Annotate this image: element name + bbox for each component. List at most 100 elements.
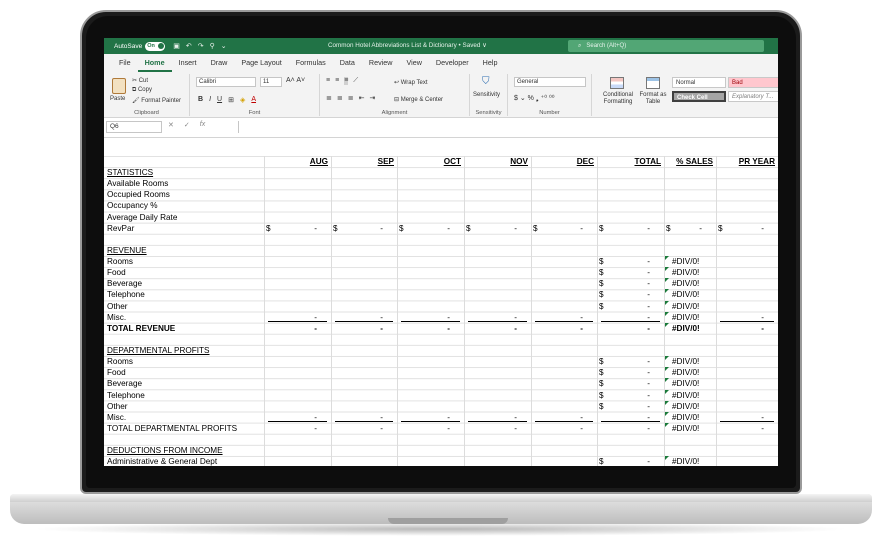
row-label[interactable]: Other — [107, 301, 263, 312]
borders-icon[interactable]: ⊞ — [228, 96, 234, 104]
zero-value[interactable]: - — [464, 312, 531, 323]
percent-sales-value[interactable]: #DIV/0! — [664, 256, 716, 267]
column-header[interactable]: AUG — [264, 156, 331, 167]
style-explanatory[interactable]: Explanatory T... — [728, 91, 778, 102]
column-header[interactable]: TOTAL — [597, 156, 664, 167]
formula-input[interactable] — [238, 121, 776, 133]
fill-color-icon[interactable]: ◈ — [240, 96, 245, 104]
row-label[interactable]: Misc. — [107, 412, 263, 423]
zero-value[interactable]: - — [716, 223, 778, 234]
save-icon[interactable]: ▣ — [173, 42, 180, 50]
tab-view[interactable]: View — [399, 54, 428, 72]
underline-icon[interactable]: U — [217, 96, 222, 104]
zero-value[interactable]: - — [464, 412, 531, 423]
row-label[interactable]: Other — [107, 401, 263, 412]
enter-icon[interactable]: ✓ — [184, 121, 190, 129]
row-label[interactable]: Rooms — [107, 356, 263, 367]
zero-value[interactable]: - — [597, 367, 664, 378]
tab-review[interactable]: Review — [362, 54, 400, 72]
row-label[interactable]: Occupancy % — [107, 200, 263, 211]
customize-toolbar-icon[interactable]: ⌄ — [221, 42, 227, 50]
zero-value[interactable]: - — [597, 356, 664, 367]
tab-page-layout[interactable]: Page Layout — [234, 54, 288, 72]
row-label[interactable]: Administrative & General Dept — [107, 456, 263, 466]
percent-sales-value[interactable]: #DIV/0! — [664, 267, 716, 278]
number-format-dropdown[interactable]: General — [514, 77, 586, 87]
undo-icon[interactable]: ↶ — [186, 42, 192, 50]
section-title[interactable]: DEPARTMENTAL PROFITS — [107, 345, 263, 356]
decrease-indent-icon[interactable]: ⇤ — [359, 94, 365, 102]
column-header[interactable]: SEP — [331, 156, 397, 167]
row-label[interactable]: Available Rooms — [107, 178, 263, 189]
zero-value[interactable]: - — [397, 223, 464, 234]
row-label[interactable]: TOTAL REVENUE — [107, 323, 263, 334]
merge-center-button[interactable]: ⊟ Merge & Center — [394, 96, 443, 103]
paste-icon[interactable] — [112, 78, 126, 94]
format-as-table-button[interactable]: Format as Table — [638, 92, 668, 106]
tab-home[interactable]: Home — [137, 55, 172, 72]
bold-icon[interactable]: B — [198, 96, 203, 104]
zero-value[interactable]: - — [597, 456, 664, 466]
section-title[interactable]: REVENUE — [107, 245, 263, 256]
tab-help[interactable]: Help — [476, 54, 505, 72]
row-label[interactable]: TOTAL DEPARTMENTAL PROFITS — [107, 423, 263, 434]
style-normal[interactable]: Normal — [672, 77, 726, 88]
zero-value[interactable]: - — [397, 312, 464, 323]
font-color-icon[interactable]: A — [251, 96, 256, 104]
zero-value[interactable]: - — [331, 423, 397, 434]
percent-sales-value[interactable]: #DIV/0! — [664, 423, 716, 434]
row-label[interactable]: Average Daily Rate — [107, 212, 263, 223]
zero-value[interactable]: - — [597, 323, 664, 334]
grow-font-icon[interactable]: A˄ A˅ — [286, 77, 305, 84]
percent-sales-value[interactable]: #DIV/0! — [664, 390, 716, 401]
sensitivity-icon[interactable]: ⛉ — [482, 76, 490, 87]
row-label[interactable]: Beverage — [107, 378, 263, 389]
percent-sales-value[interactable]: #DIV/0! — [664, 367, 716, 378]
cancel-icon[interactable]: ✕ — [168, 121, 174, 129]
row-label[interactable]: Telephone — [107, 390, 263, 401]
zero-value[interactable]: - — [716, 423, 778, 434]
number-format-icons[interactable]: $ ⌄ % ❟ ⁺⁰ ⁰⁰ — [514, 94, 555, 103]
percent-sales-value[interactable]: #DIV/0! — [664, 378, 716, 389]
paste-button[interactable]: Paste — [110, 96, 125, 102]
document-title[interactable]: Common Hotel Abbreviations List & Dictio… — [328, 42, 487, 49]
style-bad[interactable]: Bad — [728, 77, 778, 88]
search-box[interactable]: ⌕ Search (Alt+Q) — [568, 40, 764, 52]
zero-value[interactable]: - — [531, 223, 597, 234]
column-header[interactable]: DEC — [531, 156, 597, 167]
row-label[interactable]: Food — [107, 267, 263, 278]
zero-value[interactable]: - — [597, 278, 664, 289]
zero-value[interactable]: - — [597, 267, 664, 278]
zero-value[interactable]: - — [597, 301, 664, 312]
percent-sales-value[interactable]: #DIV/0! — [664, 312, 716, 323]
function-icon[interactable]: fx — [200, 121, 205, 129]
zero-value[interactable]: - — [664, 223, 716, 234]
italic-icon[interactable]: I — [209, 96, 211, 104]
autosave-control[interactable]: AutoSave On — [114, 41, 166, 51]
cut-button[interactable]: ✂ Cut — [132, 77, 148, 84]
align-top-icon[interactable]: ≡ — [326, 77, 330, 85]
align-left-icon[interactable]: ≣ — [326, 94, 332, 102]
format-painter-button[interactable]: 🖌 Format Painter — [132, 97, 181, 104]
row-label[interactable]: Food — [107, 367, 263, 378]
row-label[interactable]: Occupied Rooms — [107, 189, 263, 200]
row-label[interactable]: Rooms — [107, 256, 263, 267]
column-header[interactable]: OCT — [397, 156, 464, 167]
zero-value[interactable]: - — [531, 423, 597, 434]
paint-icon[interactable]: ⚲ — [210, 42, 215, 50]
section-title[interactable]: DEDUCTIONS FROM INCOME — [107, 445, 263, 456]
align-middle-icon[interactable]: ≡ — [335, 77, 339, 85]
zero-value[interactable]: - — [464, 323, 531, 334]
zero-value[interactable]: - — [331, 323, 397, 334]
zero-value[interactable]: - — [531, 312, 597, 323]
zero-value[interactable]: - — [264, 323, 331, 334]
align-center-icon[interactable]: ≣ — [337, 94, 343, 102]
zero-value[interactable]: - — [716, 312, 778, 323]
sensitivity-button[interactable]: Sensitivity — [473, 92, 500, 98]
zero-value[interactable]: - — [716, 412, 778, 423]
zero-value[interactable]: - — [597, 423, 664, 434]
percent-sales-value[interactable]: #DIV/0! — [664, 323, 716, 334]
column-header[interactable]: PR YEAR — [716, 156, 778, 167]
tab-formulas[interactable]: Formulas — [289, 54, 333, 72]
tab-developer[interactable]: Developer — [429, 54, 476, 72]
